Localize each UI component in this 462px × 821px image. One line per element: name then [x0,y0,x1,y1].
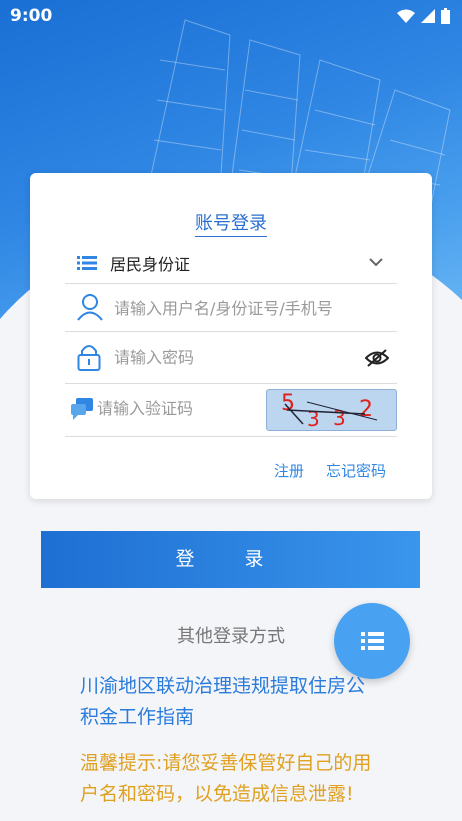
chevron-down-icon [369,258,383,267]
eye-off-icon[interactable] [365,349,389,367]
menu-list-icon [361,632,384,650]
captcha-graphic: 5 3 3 2 [281,391,378,430]
id-type-value: 居民身份证 [110,255,191,274]
status-time: 9:00 [10,6,53,26]
captcha-image[interactable]: 5 3 3 2 [266,389,397,431]
forgot-password-link[interactable]: 忘记密码 [326,460,386,481]
login-title-text: 账号登录 [195,213,267,237]
password-field[interactable]: 请输入密码 [65,331,397,384]
guide-link[interactable]: 川渝地区联动治理违规提取住房公积金工作指南 [80,671,380,733]
menu-fab[interactable] [334,603,410,679]
username-field[interactable]: 请输入用户名/身份证号/手机号 [65,283,397,332]
password-placeholder: 请输入密码 [114,348,195,367]
warm-tip: 温馨提示:请您妥善保管好自己的用户名和密码，以免造成信息泄露! [80,752,372,805]
chat-bubble-icon [71,398,93,420]
status-icons [397,8,450,24]
list-icon [77,256,97,270]
wifi-icon [397,9,415,23]
lock-icon [77,345,101,371]
login-title[interactable]: 账号登录 [30,209,432,237]
captcha-placeholder: 请输入验证码 [97,399,194,418]
login-button[interactable]: 登 录 [41,531,420,588]
captcha-field[interactable]: 请输入验证码 5 3 3 2 [65,383,397,437]
id-type-select[interactable]: 居民身份证 [65,243,397,284]
user-icon [77,294,103,321]
username-placeholder: 请输入用户名/身份证号/手机号 [114,299,333,318]
register-link[interactable]: 注册 [274,460,304,481]
battery-icon [441,8,450,24]
login-card: 账号登录 居民身份证 请输入用户名/身份证号/手机号 请输入密码 请输入验证码 … [30,173,432,499]
auth-links: 注册 忘记密码 [274,460,386,481]
signal-icon [421,9,435,23]
status-bar: 9:00 [0,0,462,32]
